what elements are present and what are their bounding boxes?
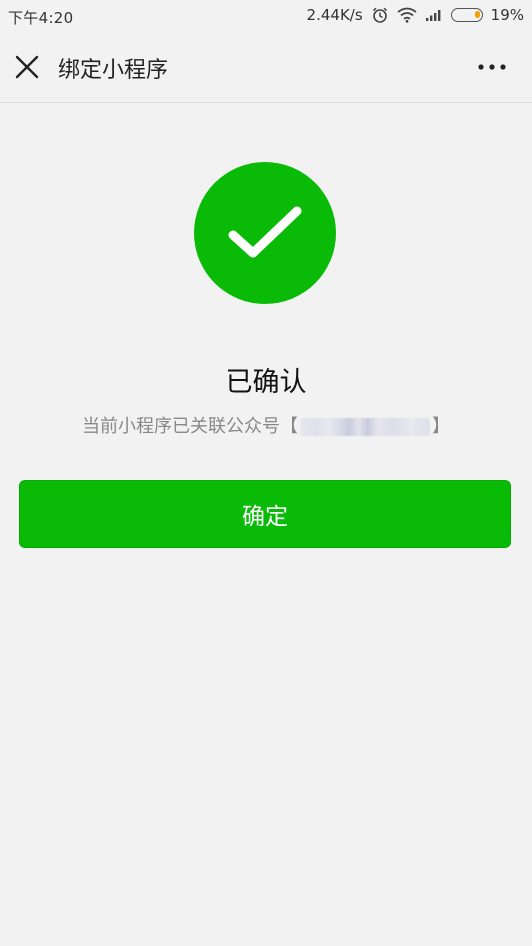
battery-icon [450, 8, 483, 22]
bracket-open: 【 [280, 416, 298, 437]
confirm-button-label: 确定 [242, 504, 288, 530]
battery-percent: 19% [490, 6, 524, 24]
status-bar: 下午4:20 2.44K/s 19% [0, 0, 532, 34]
result-title: 已确认 [225, 367, 307, 398]
success-circle [194, 162, 336, 304]
page-title: 绑定小程序 [58, 58, 169, 83]
redacted-account-name [300, 418, 430, 436]
nav-bar: 绑定小程序 [0, 34, 532, 103]
status-right: 2.44K/s 19% [307, 6, 524, 24]
battery-level [474, 11, 480, 18]
confirm-button[interactable]: 确定 [19, 480, 511, 548]
more-button[interactable] [474, 52, 510, 82]
close-button[interactable] [10, 50, 44, 84]
signal-icon [425, 8, 443, 22]
alarm-icon [371, 6, 389, 24]
result-description: 当前小程序已关联公众号【 】 [0, 412, 532, 438]
wifi-icon [397, 7, 417, 23]
screen: 下午4:20 2.44K/s 19% 绑定小程序 已确认 当前小程序已关联公众号… [0, 0, 532, 946]
network-speed: 2.44K/s [306, 6, 363, 24]
more-dots-icon [478, 64, 506, 70]
bracket-close: 】 [432, 416, 450, 437]
status-time: 下午4:20 [8, 9, 74, 27]
close-icon [15, 55, 39, 79]
checkmark-icon [228, 206, 302, 258]
description-text: 当前小程序已关联公众号 [82, 416, 280, 437]
